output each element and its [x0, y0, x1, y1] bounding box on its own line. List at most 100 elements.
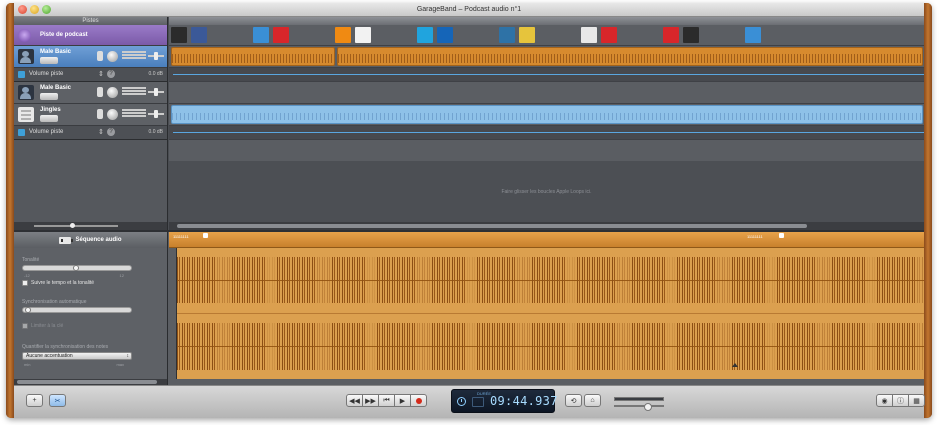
automation-menu-icon[interactable]: ⇕ [98, 70, 104, 78]
limit-key-checkbox[interactable] [22, 323, 28, 329]
track-controls-button[interactable] [40, 115, 58, 122]
tuner-icon: ⌂ [590, 397, 595, 404]
lcd-display[interactable]: DURÉE 09:44.937 [451, 389, 557, 413]
follow-tempo-checkbox[interactable] [22, 280, 28, 286]
help-icon[interactable]: ? [107, 70, 115, 78]
itunes-artwork-2[interactable] [745, 27, 761, 43]
track-controls-button[interactable] [40, 57, 58, 64]
volume-slider[interactable] [148, 51, 164, 62]
minimize-window-button[interactable] [30, 5, 39, 14]
help-icon[interactable]: ? [107, 128, 115, 136]
audio-region[interactable] [337, 47, 923, 66]
region-waveform [338, 54, 922, 63]
go-to-start-button[interactable]: ⏮ [378, 394, 395, 407]
track-header-jingles[interactable]: Jingles [14, 104, 167, 126]
track-header-male-basic-2[interactable]: Male Basic [14, 82, 167, 104]
editor-region-name: 11111111 [747, 234, 763, 239]
fast-forward-button[interactable]: ▶▶ [362, 394, 379, 407]
intel-artwork[interactable] [437, 27, 453, 43]
lock-icon[interactable] [97, 87, 103, 97]
limit-key-label: Limiter à la clé [31, 323, 64, 329]
youtube-artwork[interactable] [581, 27, 597, 43]
cycle-button[interactable]: ⟲ [565, 394, 582, 407]
volume-slider[interactable] [148, 87, 164, 98]
audio-artwork-2[interactable] [683, 27, 699, 43]
waveform-editor[interactable]: 11111111 11111111 [169, 232, 924, 379]
skype-artwork[interactable] [417, 27, 433, 43]
tonality-slider-knob[interactable] [73, 265, 79, 271]
automation-line[interactable] [173, 74, 924, 75]
timeline-scroll-thumb[interactable] [177, 224, 807, 228]
automation-lane-2[interactable] [169, 126, 924, 140]
track-headers-empty-area [14, 161, 167, 222]
artwork-spacer [539, 30, 577, 40]
free-artwork-2[interactable] [601, 27, 617, 43]
play-button[interactable]: ▶ [394, 394, 411, 407]
tuner-button[interactable]: ⌂ [584, 394, 601, 407]
jingle-region[interactable] [171, 105, 923, 124]
wood-frame-left [6, 3, 14, 418]
automation-lane-1[interactable] [169, 68, 924, 82]
media-browser-button[interactable]: ▦ [908, 394, 925, 407]
sony-artwork[interactable] [355, 27, 371, 43]
podcast-artwork-lane[interactable] [169, 25, 924, 46]
automation-line[interactable] [173, 132, 924, 133]
close-window-button[interactable] [18, 5, 27, 14]
track-header-male-basic-1[interactable]: Male Basic [14, 46, 167, 68]
tonality-slider[interactable] [22, 265, 132, 271]
region-waveform [172, 54, 334, 63]
editor-waveform[interactable] [177, 248, 924, 379]
editor-scroll-thumb[interactable] [17, 380, 157, 384]
auto-sync-slider-knob[interactable] [25, 307, 31, 313]
automation-header-2: Volume piste ⇕ ? 0.0 dB [14, 126, 167, 140]
add-track-button[interactable]: + [26, 394, 43, 407]
title-bar: GarageBand – Podcast audio n°1 [14, 3, 924, 17]
info-button[interactable]: ⓘ [892, 394, 909, 407]
itunes-artwork[interactable] [253, 27, 269, 43]
pan-knob[interactable] [107, 109, 118, 120]
track-header-podcast[interactable]: Piste de podcast [14, 25, 167, 46]
loop-marker-icon[interactable] [779, 233, 784, 238]
sfr-artwork[interactable] [663, 27, 679, 43]
automation-header-1: Volume piste ⇕ ? 0.0 dB [14, 68, 167, 82]
zoom-window-button[interactable] [42, 5, 51, 14]
timeline-scrollbar[interactable] [169, 222, 924, 230]
master-level-meter [614, 397, 664, 401]
automation-checkbox[interactable] [18, 129, 25, 136]
lock-icon[interactable] [97, 51, 103, 61]
view-button[interactable]: ◉ [876, 394, 893, 407]
automation-menu-icon[interactable]: ⇕ [98, 128, 104, 136]
loops-drop-area[interactable]: Faire glisser les boucles Apple Loops ic… [169, 161, 924, 222]
lane-male-basic-2[interactable] [169, 82, 924, 104]
timeline-ruler[interactable] [169, 17, 924, 25]
track-controls-button[interactable] [40, 93, 58, 100]
audio-artwork[interactable] [171, 27, 187, 43]
lane-jingles[interactable] [169, 104, 924, 126]
editor-ruler[interactable]: 11111111 11111111 [169, 232, 924, 248]
automation-checkbox[interactable] [18, 71, 25, 78]
lcd-mode-icon[interactable] [472, 397, 484, 407]
lock-icon[interactable] [97, 109, 103, 119]
eye-icon: ◉ [881, 397, 888, 405]
editor-toggle-button[interactable]: ✂ [49, 394, 66, 407]
volume-slider[interactable] [148, 109, 164, 120]
playhead-marker[interactable] [732, 363, 738, 367]
track-zoom-slider[interactable] [34, 223, 118, 228]
rewind-button[interactable]: ◀◀ [346, 394, 363, 407]
vlc-artwork[interactable] [335, 27, 351, 43]
lane-male-basic-1[interactable] [169, 46, 924, 68]
nv-artwork[interactable] [519, 27, 535, 43]
editor-gutter [169, 248, 177, 379]
pan-knob[interactable] [107, 87, 118, 98]
master-volume-slider[interactable] [614, 403, 664, 411]
pan-knob[interactable] [107, 51, 118, 62]
loop-marker-icon[interactable] [203, 233, 208, 238]
quantize-select[interactable]: Aucune accentuation [22, 352, 132, 360]
free-artwork[interactable] [273, 27, 289, 43]
auto-sync-slider[interactable] [22, 307, 132, 313]
track-name: Male Basic [40, 49, 72, 55]
facebook-artwork[interactable] [191, 27, 207, 43]
record-button[interactable] [410, 394, 427, 407]
wordpress-artwork[interactable] [499, 27, 515, 43]
audio-region[interactable] [171, 47, 335, 66]
